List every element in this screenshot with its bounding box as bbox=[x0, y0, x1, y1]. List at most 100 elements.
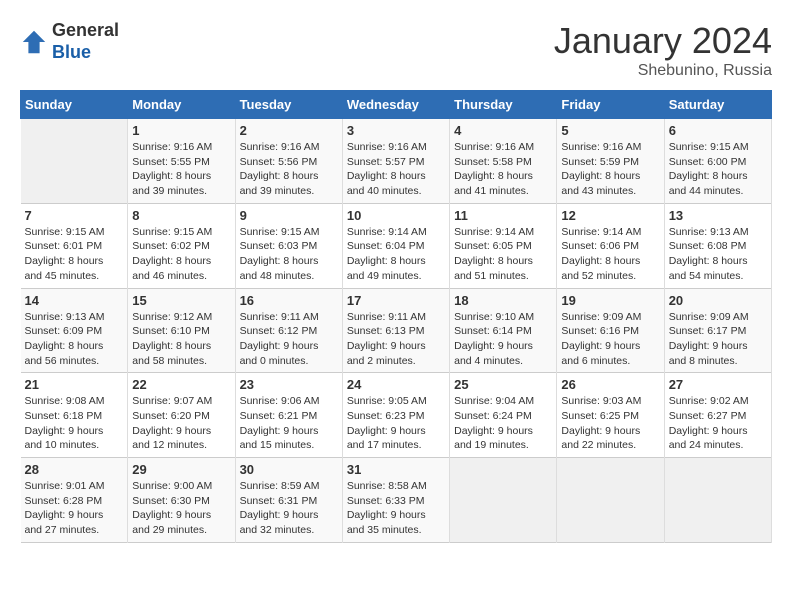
calendar-cell: 31Sunrise: 8:58 AM Sunset: 6:33 PM Dayli… bbox=[342, 458, 449, 543]
weekday-header-sunday: Sunday bbox=[21, 91, 128, 119]
calendar-cell: 14 Sunrise: 9:13 AM Sunset: 6:09 PM Dayli… bbox=[21, 288, 128, 373]
calendar-cell: 10Sunrise: 9:14 AM Sunset: 6:04 PM Dayli… bbox=[342, 203, 449, 288]
day-info: Sunrise: 9:15 AM Sunset: 6:01 PM Dayligh… bbox=[25, 225, 124, 284]
calendar-week-5: 28 Sunrise: 9:01 AM Sunset: 6:28 PM Dayli… bbox=[21, 458, 772, 543]
calendar-cell: 2 Sunrise: 9:16 AM Sunset: 5:56 PM Daylig… bbox=[235, 119, 342, 204]
calendar-cell: 15 Sunrise: 9:12 AM Sunset: 6:10 PM Dayli… bbox=[128, 288, 235, 373]
weekday-header-saturday: Saturday bbox=[664, 91, 771, 119]
day-info: Sunrise: 9:06 AM Sunset: 6:21 PM Dayligh… bbox=[240, 394, 338, 453]
day-info: Sunrise: 9:05 AM Sunset: 6:23 PM Dayligh… bbox=[347, 394, 445, 453]
calendar-cell: 6 Sunrise: 9:15 AM Sunset: 6:00 PM Daylig… bbox=[664, 119, 771, 204]
calendar-cell: 26 Sunrise: 9:03 AM Sunset: 6:25 PM Dayli… bbox=[557, 373, 664, 458]
day-info: Sunrise: 9:15 AM Sunset: 6:03 PM Dayligh… bbox=[240, 225, 338, 284]
day-number: 1 bbox=[132, 123, 230, 138]
day-info: Sunrise: 9:03 AM Sunset: 6:25 PM Dayligh… bbox=[561, 394, 659, 453]
calendar-cell: 23 Sunrise: 9:06 AM Sunset: 6:21 PM Dayli… bbox=[235, 373, 342, 458]
day-number: 12 bbox=[561, 208, 659, 223]
calendar-cell: 28 Sunrise: 9:01 AM Sunset: 6:28 PM Dayli… bbox=[21, 458, 128, 543]
day-info: Sunrise: 9:16 AM Sunset: 5:58 PM Dayligh… bbox=[454, 140, 552, 199]
day-number: 22 bbox=[132, 377, 230, 392]
calendar-week-2: 7 Sunrise: 9:15 AM Sunset: 6:01 PM Daylig… bbox=[21, 203, 772, 288]
calendar-cell: 20 Sunrise: 9:09 AM Sunset: 6:17 PM Dayli… bbox=[664, 288, 771, 373]
day-info: Sunrise: 9:13 AM Sunset: 6:08 PM Dayligh… bbox=[669, 225, 767, 284]
calendar-cell: 30 Sunrise: 8:59 AM Sunset: 6:31 PM Dayli… bbox=[235, 458, 342, 543]
day-number: 18 bbox=[454, 293, 552, 308]
day-info: Sunrise: 9:02 AM Sunset: 6:27 PM Dayligh… bbox=[669, 394, 767, 453]
calendar-cell: 5 Sunrise: 9:16 AM Sunset: 5:59 PM Daylig… bbox=[557, 119, 664, 204]
day-number: 3 bbox=[347, 123, 445, 138]
weekday-header-monday: Monday bbox=[128, 91, 235, 119]
day-info: Sunrise: 9:15 AM Sunset: 6:00 PM Dayligh… bbox=[669, 140, 767, 199]
day-number: 9 bbox=[240, 208, 338, 223]
day-number: 6 bbox=[669, 123, 767, 138]
day-number: 27 bbox=[669, 377, 767, 392]
day-number: 30 bbox=[240, 462, 338, 477]
calendar-cell: 8Sunrise: 9:15 AM Sunset: 6:02 PM Daylig… bbox=[128, 203, 235, 288]
day-number: 19 bbox=[561, 293, 659, 308]
calendar-week-3: 14 Sunrise: 9:13 AM Sunset: 6:09 PM Dayli… bbox=[21, 288, 772, 373]
weekday-header-tuesday: Tuesday bbox=[235, 91, 342, 119]
day-info: Sunrise: 9:00 AM Sunset: 6:30 PM Dayligh… bbox=[132, 479, 230, 538]
calendar-week-4: 21Sunrise: 9:08 AM Sunset: 6:18 PM Dayli… bbox=[21, 373, 772, 458]
day-info: Sunrise: 9:09 AM Sunset: 6:16 PM Dayligh… bbox=[561, 310, 659, 369]
day-info: Sunrise: 9:14 AM Sunset: 6:05 PM Dayligh… bbox=[454, 225, 552, 284]
day-info: Sunrise: 9:01 AM Sunset: 6:28 PM Dayligh… bbox=[25, 479, 124, 538]
calendar-cell: 18Sunrise: 9:10 AM Sunset: 6:14 PM Dayli… bbox=[450, 288, 557, 373]
calendar-week-1: 1 Sunrise: 9:16 AM Sunset: 5:55 PM Daylig… bbox=[21, 119, 772, 204]
calendar-cell: 25 Sunrise: 9:04 AM Sunset: 6:24 PM Dayli… bbox=[450, 373, 557, 458]
day-info: Sunrise: 9:09 AM Sunset: 6:17 PM Dayligh… bbox=[669, 310, 767, 369]
calendar-table: SundayMondayTuesdayWednesdayThursdayFrid… bbox=[20, 90, 772, 543]
weekday-header-wednesday: Wednesday bbox=[342, 91, 449, 119]
day-number: 28 bbox=[25, 462, 124, 477]
day-number: 4 bbox=[454, 123, 552, 138]
calendar-cell: 29Sunrise: 9:00 AM Sunset: 6:30 PM Dayli… bbox=[128, 458, 235, 543]
logo-text: General Blue bbox=[52, 20, 119, 63]
day-number: 11 bbox=[454, 208, 552, 223]
calendar-cell: 1 Sunrise: 9:16 AM Sunset: 5:55 PM Daylig… bbox=[128, 119, 235, 204]
calendar-cell: 12 Sunrise: 9:14 AM Sunset: 6:06 PM Dayli… bbox=[557, 203, 664, 288]
calendar-cell: 11 Sunrise: 9:14 AM Sunset: 6:05 PM Dayli… bbox=[450, 203, 557, 288]
day-number: 26 bbox=[561, 377, 659, 392]
day-number: 24 bbox=[347, 377, 445, 392]
day-number: 15 bbox=[132, 293, 230, 308]
day-info: Sunrise: 9:16 AM Sunset: 5:56 PM Dayligh… bbox=[240, 140, 338, 199]
calendar-cell: 22 Sunrise: 9:07 AM Sunset: 6:20 PM Dayli… bbox=[128, 373, 235, 458]
day-number: 20 bbox=[669, 293, 767, 308]
calendar-cell bbox=[664, 458, 771, 543]
day-info: Sunrise: 9:13 AM Sunset: 6:09 PM Dayligh… bbox=[25, 310, 124, 369]
calendar-cell: 9 Sunrise: 9:15 AM Sunset: 6:03 PM Daylig… bbox=[235, 203, 342, 288]
day-info: Sunrise: 9:12 AM Sunset: 6:10 PM Dayligh… bbox=[132, 310, 230, 369]
calendar-cell bbox=[450, 458, 557, 543]
calendar-cell: 4 Sunrise: 9:16 AM Sunset: 5:58 PM Daylig… bbox=[450, 119, 557, 204]
calendar-cell: 21Sunrise: 9:08 AM Sunset: 6:18 PM Dayli… bbox=[21, 373, 128, 458]
day-info: Sunrise: 9:16 AM Sunset: 5:57 PM Dayligh… bbox=[347, 140, 445, 199]
calendar-cell bbox=[557, 458, 664, 543]
logo-icon bbox=[20, 28, 48, 56]
day-info: Sunrise: 9:04 AM Sunset: 6:24 PM Dayligh… bbox=[454, 394, 552, 453]
day-number: 14 bbox=[25, 293, 124, 308]
day-number: 17 bbox=[347, 293, 445, 308]
day-info: Sunrise: 9:16 AM Sunset: 5:55 PM Dayligh… bbox=[132, 140, 230, 199]
calendar-cell: 13Sunrise: 9:13 AM Sunset: 6:08 PM Dayli… bbox=[664, 203, 771, 288]
day-info: Sunrise: 9:07 AM Sunset: 6:20 PM Dayligh… bbox=[132, 394, 230, 453]
location-title: Shebunino, Russia bbox=[554, 62, 772, 80]
day-info: Sunrise: 9:11 AM Sunset: 6:13 PM Dayligh… bbox=[347, 310, 445, 369]
day-info: Sunrise: 9:15 AM Sunset: 6:02 PM Dayligh… bbox=[132, 225, 230, 284]
day-info: Sunrise: 9:14 AM Sunset: 6:06 PM Dayligh… bbox=[561, 225, 659, 284]
day-number: 23 bbox=[240, 377, 338, 392]
day-info: Sunrise: 9:16 AM Sunset: 5:59 PM Dayligh… bbox=[561, 140, 659, 199]
day-number: 25 bbox=[454, 377, 552, 392]
day-info: Sunrise: 8:59 AM Sunset: 6:31 PM Dayligh… bbox=[240, 479, 338, 538]
day-number: 5 bbox=[561, 123, 659, 138]
day-number: 7 bbox=[25, 208, 124, 223]
calendar-cell: 3 Sunrise: 9:16 AM Sunset: 5:57 PM Daylig… bbox=[342, 119, 449, 204]
calendar-cell: 24 Sunrise: 9:05 AM Sunset: 6:23 PM Dayli… bbox=[342, 373, 449, 458]
weekday-header-row: SundayMondayTuesdayWednesdayThursdayFrid… bbox=[21, 91, 772, 119]
calendar-cell: 19 Sunrise: 9:09 AM Sunset: 6:16 PM Dayli… bbox=[557, 288, 664, 373]
day-number: 21 bbox=[25, 377, 124, 392]
calendar-cell: 27 Sunrise: 9:02 AM Sunset: 6:27 PM Dayli… bbox=[664, 373, 771, 458]
page-header: General Blue January 2024 Shebunino, Rus… bbox=[20, 20, 772, 80]
day-number: 2 bbox=[240, 123, 338, 138]
calendar-cell: 17 Sunrise: 9:11 AM Sunset: 6:13 PM Dayli… bbox=[342, 288, 449, 373]
month-title: January 2024 bbox=[554, 20, 772, 62]
